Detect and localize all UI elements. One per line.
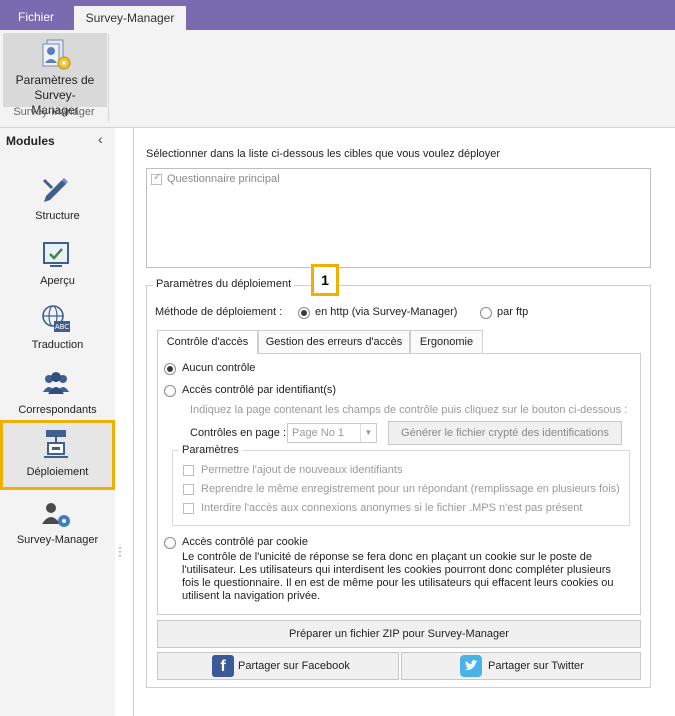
targets-instruction: Sélectionner dans la liste ci-dessous le… <box>146 148 501 160</box>
survey-manager-settings-button[interactable]: Paramètres de Survey-Manager <box>3 33 107 117</box>
tab-gestion-erreurs[interactable]: Gestion des erreurs d'accès <box>258 330 410 354</box>
resume-record-label: Reprendre le même enregistrement pour un… <box>201 483 620 495</box>
sidebar-item-structure[interactable]: Structure <box>0 170 115 234</box>
access-cookie-description: Le contrôle de l'unicité de réponse se f… <box>182 551 614 602</box>
access-none-radio[interactable] <box>164 363 176 375</box>
settings-users-icon <box>42 39 71 70</box>
structure-icon <box>42 178 68 202</box>
access-cookie-radio[interactable] <box>164 537 176 549</box>
survey-manager-icon <box>42 503 70 527</box>
access-by-id-hint: Indiquez la page contenant les champs de… <box>190 404 628 416</box>
method-http-radio[interactable] <box>298 307 310 319</box>
sidebar-item-label: Correspondants <box>18 404 97 416</box>
sidebar-item-correspondants[interactable]: Correspondants <box>0 364 115 428</box>
chevron-down-icon[interactable]: ▼ <box>360 424 376 442</box>
splitter-handle[interactable]: · · · <box>118 541 122 561</box>
callout-badge: 1 <box>311 264 339 296</box>
tab-survey-manager[interactable]: Survey-Manager <box>74 6 186 30</box>
params-subgroup: Paramètres Permettre l'ajout de nouveaux… <box>172 444 630 526</box>
access-by-id-label: Accès contrôlé par identifiant(s) <box>182 384 337 396</box>
target-label: Questionnaire principal <box>167 173 280 185</box>
forbid-anonymous-label: Interdire l'accès aux connexions anonyme… <box>201 502 583 514</box>
sidebar-item-apercu[interactable]: Aperçu <box>0 235 115 299</box>
modules-header: Modules <box>6 134 55 148</box>
tab-fichier[interactable]: Fichier <box>8 7 64 30</box>
facebook-icon: f <box>212 655 234 677</box>
method-http-label: en http (via Survey-Manager) <box>315 306 458 318</box>
sidebar-item-survey-manager[interactable]: Survey-Manager <box>0 494 115 558</box>
controls-page-label: Contrôles en page : <box>190 427 287 439</box>
access-cookie-label: Accès contrôlé par cookie <box>182 536 308 548</box>
sidebar-item-deploiement[interactable]: Déploiement <box>0 420 115 490</box>
share-facebook-button[interactable]: f Partager sur Facebook <box>157 652 399 680</box>
twitter-icon <box>460 655 482 677</box>
access-control-panel: Aucun contrôle Accès contrôlé par identi… <box>157 353 641 615</box>
generate-ids-button[interactable]: Générer le fichier crypté des identifica… <box>388 421 622 445</box>
controls-page-value: Page No 1 <box>292 427 344 439</box>
share-twitter-button[interactable]: Partager sur Twitter <box>401 652 641 680</box>
title-bar: Fichier Survey-Manager <box>0 0 675 30</box>
modules-sidebar: Modules ‹ Structure Aperçu ABC Traductio… <box>0 128 115 716</box>
tab-ergonomie[interactable]: Ergonomie <box>410 330 483 354</box>
sidebar-item-label: Aperçu <box>40 275 75 287</box>
sidebar-item-traduction[interactable]: ABC Traduction <box>0 299 115 363</box>
svg-text:ABC: ABC <box>55 323 69 331</box>
sidebar-item-label: Survey-Manager <box>16 534 99 546</box>
resume-record-checkbox[interactable] <box>183 484 194 495</box>
target-checkbox[interactable] <box>151 172 162 185</box>
sidebar-item-label: Déploiement <box>26 466 89 478</box>
ribbon-group-label: Survey-Manager <box>13 106 95 118</box>
method-label: Méthode de déploiement : <box>155 306 283 318</box>
share-facebook-label: Partager sur Facebook <box>238 660 350 672</box>
deployment-params-legend: Paramètres du déploiement <box>153 278 295 290</box>
share-twitter-label: Partager sur Twitter <box>488 660 584 672</box>
translation-icon: ABC <box>42 305 70 332</box>
respondents-icon <box>43 372 69 394</box>
deployment-icon <box>44 430 68 458</box>
allow-new-ids-label: Permettre l'ajout de nouveaux identifian… <box>201 464 403 476</box>
method-ftp-radio[interactable] <box>480 307 492 319</box>
forbid-anonymous-checkbox[interactable] <box>183 503 194 514</box>
sidebar-item-label: Structure <box>35 210 80 222</box>
main-panel: Sélectionner dans la liste ci-dessous le… <box>133 128 675 716</box>
controls-page-select[interactable]: Page No 1 ▼ <box>287 423 377 443</box>
collapse-chevron-icon[interactable]: ‹ <box>98 131 103 147</box>
method-ftp-label: par ftp <box>497 306 529 318</box>
access-by-id-radio[interactable] <box>164 385 176 397</box>
access-none-label: Aucun contrôle <box>182 362 256 374</box>
tab-controle-acces[interactable]: Contrôle d'accès <box>157 330 258 354</box>
params-subgroup-legend: Paramètres <box>179 444 242 456</box>
targets-list[interactable]: Questionnaire principal <box>146 168 651 268</box>
preview-icon <box>43 242 69 267</box>
deployment-params-group: Paramètres du déploiement 1 Méthode de d… <box>146 264 651 688</box>
sidebar-item-label: Traduction <box>31 339 84 351</box>
params-tabs: Contrôle d'accès Gestion des erreurs d'a… <box>157 330 641 354</box>
allow-new-ids-checkbox[interactable] <box>183 465 194 476</box>
ribbon: Paramètres de Survey-Manager Survey-Mana… <box>0 30 675 128</box>
ribbon-separator <box>108 34 109 122</box>
prepare-zip-button[interactable]: Préparer un fichier ZIP pour Survey-Mana… <box>157 620 641 648</box>
